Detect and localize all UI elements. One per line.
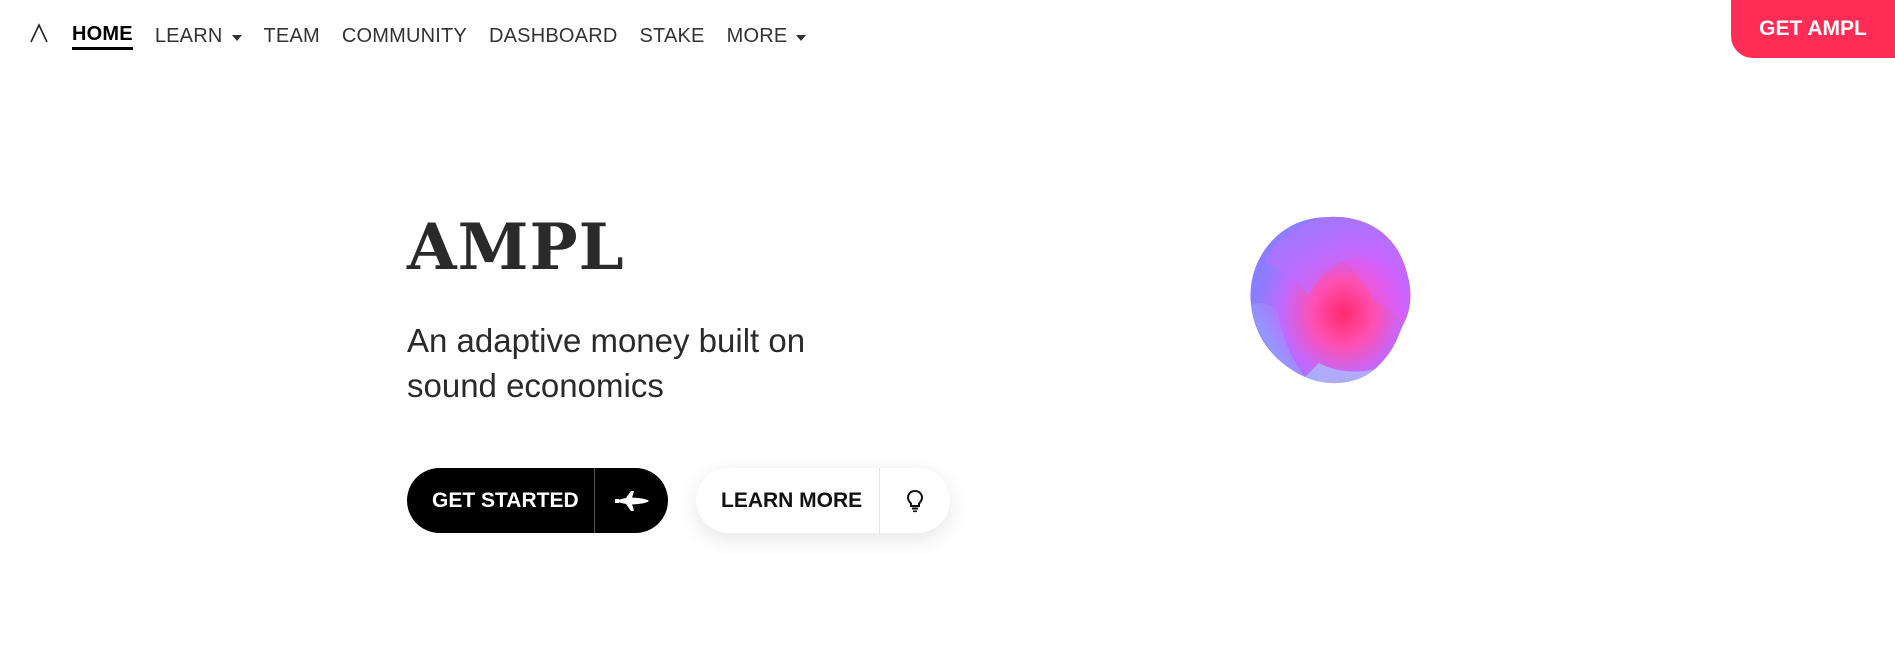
nav-item-community[interactable]: COMMUNITY — [342, 25, 467, 48]
chevron-down-icon — [796, 34, 807, 41]
nav-item-label: LEARN — [154, 25, 223, 47]
nav-item-label: MORE — [726, 25, 788, 47]
get-started-label: GET STARTED — [432, 488, 579, 512]
nav-menu: HOME LEARN TEAM COMMUNITY DASHBOARD STAK… — [72, 23, 828, 50]
nav-item-label: STAKE — [639, 25, 705, 47]
nav-item-label: COMMUNITY — [341, 25, 467, 47]
chevron-down-icon — [231, 34, 242, 41]
nav-item-stake[interactable]: STAKE — [640, 25, 705, 48]
nav-item-home[interactable]: HOME — [72, 23, 133, 50]
learn-more-button[interactable]: LEARN MORE — [696, 468, 950, 533]
nav-item-team[interactable]: TEAM — [264, 25, 320, 48]
learn-more-label: LEARN MORE — [721, 488, 863, 512]
nav-item-label: DASHBOARD — [489, 25, 618, 47]
lambda-logo-icon[interactable] — [28, 22, 50, 44]
hero-subtitle: An adaptive money built on sound economi… — [407, 322, 806, 404]
get-started-button[interactable]: GET STARTED — [407, 468, 668, 533]
space-shuttle-icon — [595, 490, 668, 512]
gradient-sphere-graphic — [1250, 216, 1411, 384]
top-navigation: HOME LEARN TEAM COMMUNITY DASHBOARD STAK… — [0, 0, 1895, 70]
nav-item-label: TEAM — [263, 25, 320, 47]
page-title: AMPL — [407, 210, 625, 285]
nav-item-label: HOME — [72, 23, 133, 45]
get-ampl-button[interactable]: GET AMPL — [1731, 0, 1895, 58]
nav-item-learn[interactable]: LEARN — [155, 25, 242, 48]
nav-item-dashboard[interactable]: DASHBOARD — [489, 25, 618, 48]
lightbulb-icon — [880, 489, 950, 513]
nav-item-more[interactable]: MORE — [727, 25, 807, 48]
